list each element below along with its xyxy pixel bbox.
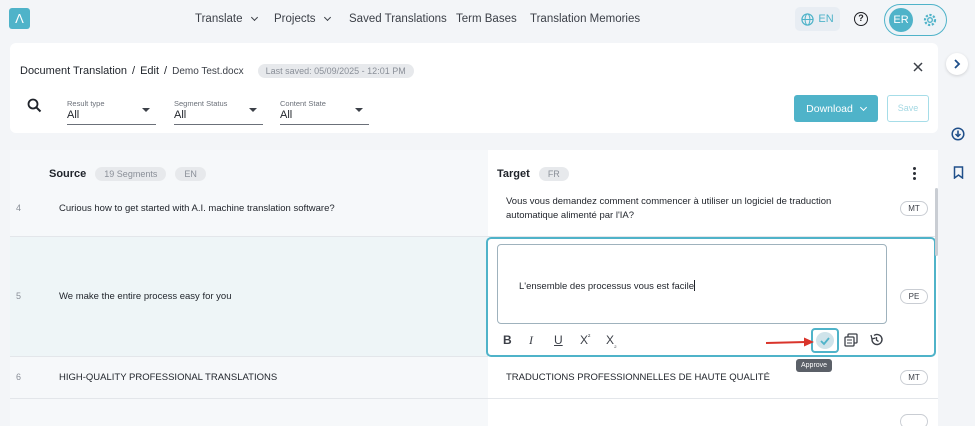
italic-icon[interactable]: I — [529, 333, 533, 348]
breadcrumb-section[interactable]: Document Translation — [20, 65, 127, 77]
target-column-header: Target FR — [497, 167, 569, 181]
gear-icon[interactable] — [922, 12, 938, 28]
chevron-down-icon — [323, 13, 331, 22]
check-icon — [820, 337, 830, 346]
segment-number: 4 — [16, 203, 22, 213]
target-language-badge: FR — [538, 167, 569, 181]
nav-term-bases[interactable]: Term Bases — [456, 13, 517, 25]
filter-value: All — [174, 109, 187, 121]
source-label: Source — [49, 168, 87, 180]
target-text-input[interactable]: L'ensemble des processus vous est facile — [497, 244, 887, 324]
status-badge: MT — [900, 370, 928, 385]
filter-label: Result type — [67, 99, 105, 108]
segments-table: Source 19 Segments EN Target FR 4 Curiou… — [10, 150, 938, 426]
underline-icon[interactable]: U — [554, 333, 563, 347]
language-selector[interactable]: EN — [795, 7, 840, 31]
segments-count-badge: 19 Segments — [95, 167, 167, 181]
globe-icon — [801, 12, 815, 26]
document-header-panel: Document Translation / Edit / Demo Test.… — [10, 43, 938, 133]
bookmark-icon[interactable] — [953, 166, 964, 179]
nav-saved-translations[interactable]: Saved Translations — [349, 13, 447, 25]
target-label: Target — [497, 168, 530, 180]
filter-value: All — [280, 109, 293, 121]
subscript-icon[interactable]: X₂ — [606, 333, 617, 349]
editor-content[interactable]: L'ensemble des processus vous est facile — [519, 280, 696, 292]
app-logo[interactable]: Λ — [9, 8, 30, 29]
expand-panel-button[interactable] — [946, 53, 968, 75]
language-code: EN — [818, 13, 834, 25]
nav-translate[interactable]: Translate — [195, 13, 258, 25]
result-type-filter[interactable]: Result type All — [67, 94, 156, 125]
source-text: HIGH-QUALITY PROFESSIONAL TRANSLATIONS — [59, 372, 278, 383]
breadcrumb-action[interactable]: Edit — [140, 65, 159, 77]
filter-value: All — [67, 109, 80, 121]
help-icon[interactable]: ? — [854, 12, 868, 26]
annotation-arrow-icon — [765, 337, 814, 347]
dropdown-arrow-icon — [142, 108, 150, 112]
last-saved-badge: Last saved: 05/09/2025 - 12:01 PM — [257, 64, 414, 78]
breadcrumb-separator: / — [132, 65, 136, 77]
chevron-down-icon — [250, 13, 258, 22]
target-text[interactable]: Vous vous demandez comment commencer à u… — [506, 195, 881, 223]
status-badge: PE — [900, 289, 928, 304]
nav-projects[interactable]: Projects — [274, 13, 331, 25]
nav-projects-label: Projects — [274, 13, 316, 25]
segment-editor: L'ensemble des processus vous est facile… — [486, 237, 936, 357]
search-icon[interactable] — [23, 94, 47, 118]
status-badge: MT — [900, 201, 928, 216]
content-state-filter[interactable]: Content State All — [280, 94, 369, 125]
history-icon[interactable] — [869, 332, 884, 347]
check-circle — [816, 332, 834, 349]
segment-number: 5 — [16, 291, 22, 301]
segment-status-filter[interactable]: Segment Status All — [174, 94, 263, 125]
table-row[interactable] — [10, 399, 938, 426]
bold-icon[interactable]: B — [503, 333, 512, 347]
filter-label: Segment Status — [174, 99, 228, 108]
copy-source-icon[interactable] — [844, 333, 858, 347]
status-badge — [900, 414, 928, 426]
more-options-icon[interactable] — [913, 167, 917, 181]
filter-label: Content State — [280, 99, 326, 108]
editor-text: L'ensemble des processus vous est facile — [519, 281, 695, 292]
right-sidebar — [938, 43, 975, 426]
nav-saved-translations-label: Saved Translations — [349, 13, 447, 25]
breadcrumb-separator: / — [164, 65, 168, 77]
source-column-header: Source 19 Segments EN — [49, 167, 206, 181]
table-row-active[interactable]: 5 We make the entire process easy for yo… — [10, 237, 488, 357]
source-text: Curious how to get started with A.I. mac… — [59, 203, 335, 214]
dropdown-arrow-icon — [249, 108, 257, 112]
text-cursor — [694, 280, 696, 291]
approve-tooltip: Approve — [796, 359, 833, 372]
download-circle-icon[interactable] — [951, 127, 965, 141]
save-button[interactable]: Save — [887, 95, 929, 122]
breadcrumb-file: Demo Test.docx — [172, 65, 244, 77]
nav-term-bases-label: Term Bases — [456, 13, 517, 25]
target-text[interactable]: TRADUCTIONS PROFESSIONNELLES DE HAUTE QU… — [506, 371, 881, 385]
close-icon[interactable] — [912, 61, 924, 73]
superscript-icon[interactable]: X² — [580, 333, 590, 347]
breadcrumb: Document Translation / Edit / Demo Test.… — [20, 64, 414, 78]
nav-translation-memories[interactable]: Translation Memories — [530, 13, 640, 25]
avatar[interactable]: ER — [889, 8, 913, 32]
source-language-badge: EN — [175, 167, 206, 181]
chevron-down-icon — [859, 103, 867, 111]
download-label: Download — [806, 102, 853, 115]
nav-translation-memories-label: Translation Memories — [530, 13, 641, 25]
segment-number: 6 — [16, 372, 22, 382]
table-row[interactable]: 4 Curious how to get started with A.I. m… — [10, 188, 938, 237]
chevron-right-icon — [954, 59, 961, 69]
nav-translate-label: Translate — [195, 13, 243, 25]
dropdown-arrow-icon — [355, 108, 363, 112]
download-button[interactable]: Download — [794, 95, 878, 122]
user-menu[interactable]: ER — [884, 4, 947, 36]
source-text: We make the entire process easy for you — [59, 291, 232, 302]
top-navigation-bar: Λ Translate Projects Saved Translations … — [0, 0, 975, 40]
